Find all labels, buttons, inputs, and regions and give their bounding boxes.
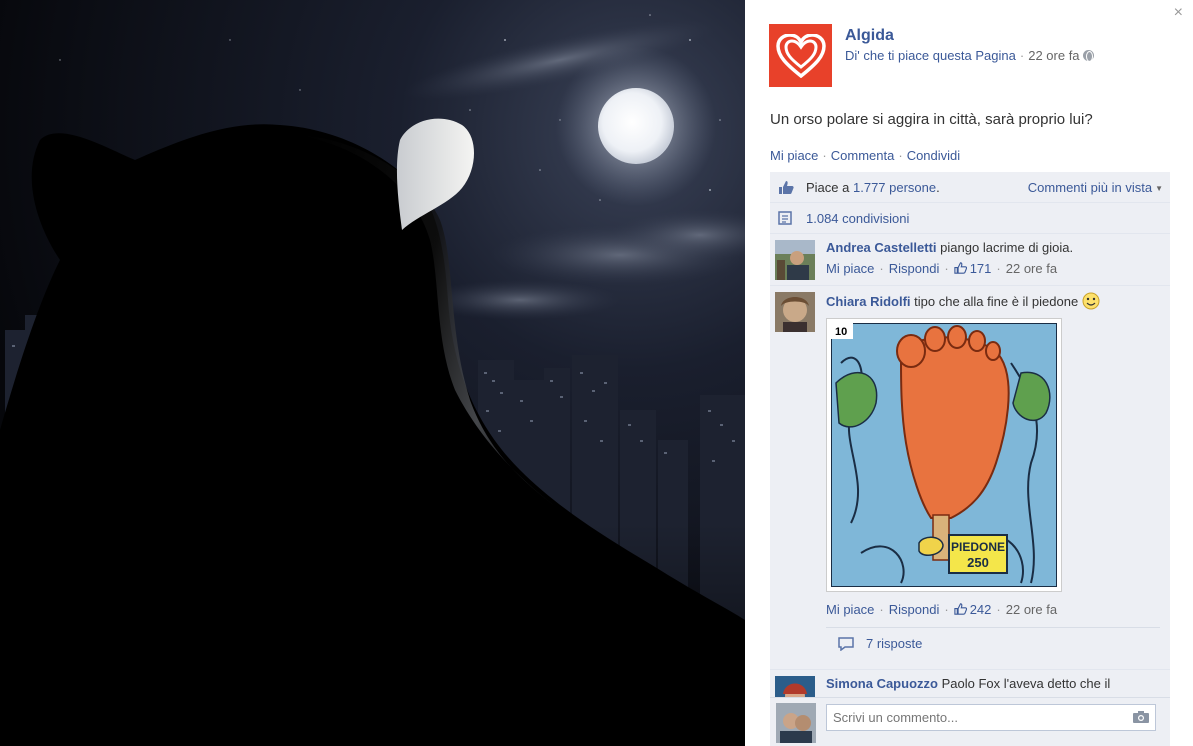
comment-meta: Mi piace · Rispondi · 171 · 22 ore fa [826, 261, 1058, 276]
post-text: Un orso polare si aggira in città, sarà … [770, 111, 1093, 128]
close-icon[interactable]: × [1174, 3, 1183, 23]
likers-link[interactable]: 1.777 persone [853, 180, 936, 195]
thumbs-up-icon [954, 262, 967, 274]
comment-reply-link[interactable]: Rispondi [889, 261, 940, 276]
comment-sort-dropdown[interactable]: Commenti più in vista ▼ [1028, 180, 1163, 195]
camera-icon[interactable] [1132, 710, 1150, 724]
comment-item: Andrea Castelletti piango lacrime di gio… [770, 234, 1170, 286]
smiley-icon [1082, 292, 1100, 310]
comic-corner-text: 10 [835, 326, 847, 338]
reply-icon [838, 636, 854, 651]
page-name-link[interactable]: Algida [845, 27, 894, 45]
like-page-link[interactable]: Di' che ti piace questa Pagina [845, 48, 1016, 63]
comic-label-line1: PIEDONE [951, 540, 1005, 554]
post-actions: Mi piace · Commenta · Condividi [770, 148, 961, 163]
viewer-avatar [776, 703, 816, 743]
comment-like-count[interactable]: 171 [970, 261, 992, 276]
comment-time[interactable]: 22 ore fa [1006, 261, 1057, 276]
comment-input[interactable]: Scrivi un commento... [826, 704, 1156, 731]
comment-link[interactable]: Commenta [831, 148, 895, 163]
comment-item: Chiara Ridolfi tipo che alla fine è il p… [770, 286, 1170, 670]
view-replies-link[interactable]: 7 risposte [826, 627, 1160, 659]
comment-author[interactable]: Andrea Castelletti [826, 240, 937, 255]
caret-down-icon: ▼ [1155, 184, 1163, 193]
comment-time[interactable]: 22 ore fa [1006, 602, 1057, 617]
shares-row: 1.084 condivisioni [770, 203, 1170, 234]
comment-composer: Scrivi un commento... [770, 697, 1170, 746]
comment-meta: Mi piace · Rispondi · 242 · 22 ore fa [826, 602, 1058, 617]
comic-label-line2: 250 [967, 555, 989, 570]
page-subline: Di' che ti piace questa Pagina · 22 ore fa [845, 48, 1094, 63]
photo-viewer[interactable] [0, 0, 745, 746]
comment-reply-link[interactable]: Rispondi [889, 602, 940, 617]
comment-text: piango lacrime di gioia. [940, 240, 1074, 255]
like-link[interactable]: Mi piace [770, 148, 818, 163]
feedback-box: Piace a 1.777 persone. Commenti più in v… [770, 172, 1170, 710]
comment-text: tipo che alla fine è il piedone [914, 294, 1079, 309]
separator-dot: · [1019, 48, 1025, 63]
page-avatar[interactable] [769, 24, 832, 87]
piedone-comic-image: 10 PIEDONE 250 [831, 323, 1057, 587]
post-time[interactable]: 22 ore fa [1028, 48, 1079, 63]
comment-author[interactable]: Chiara Ridolfi [826, 294, 911, 309]
comment-text: Paolo Fox l'aveva detto che il [941, 676, 1111, 691]
thumbs-up-icon [778, 179, 796, 195]
comment-photo[interactable]: 10 PIEDONE 250 [826, 318, 1062, 592]
globe-icon [1082, 50, 1094, 62]
comment-like-link[interactable]: Mi piace [826, 261, 874, 276]
polar-bear-night-photo [0, 0, 745, 746]
likes-row: Piace a 1.777 persone. Commenti più in v… [770, 172, 1170, 203]
share-link[interactable]: Condividi [907, 148, 960, 163]
comment-author[interactable]: Simona Capuozzo [826, 676, 938, 691]
post-side-panel: × Algida Di' che ti piace questa Pagina ·… [745, 0, 1193, 746]
commenter-avatar[interactable] [775, 292, 815, 332]
shares-link[interactable]: 1.084 condivisioni [806, 211, 909, 226]
heart-logo-icon [775, 33, 826, 78]
comment-like-count[interactable]: 242 [970, 602, 992, 617]
comment-like-link[interactable]: Mi piace [826, 602, 874, 617]
commenter-avatar[interactable] [775, 240, 815, 280]
thumbs-up-icon [954, 603, 967, 615]
share-icon [778, 210, 796, 226]
